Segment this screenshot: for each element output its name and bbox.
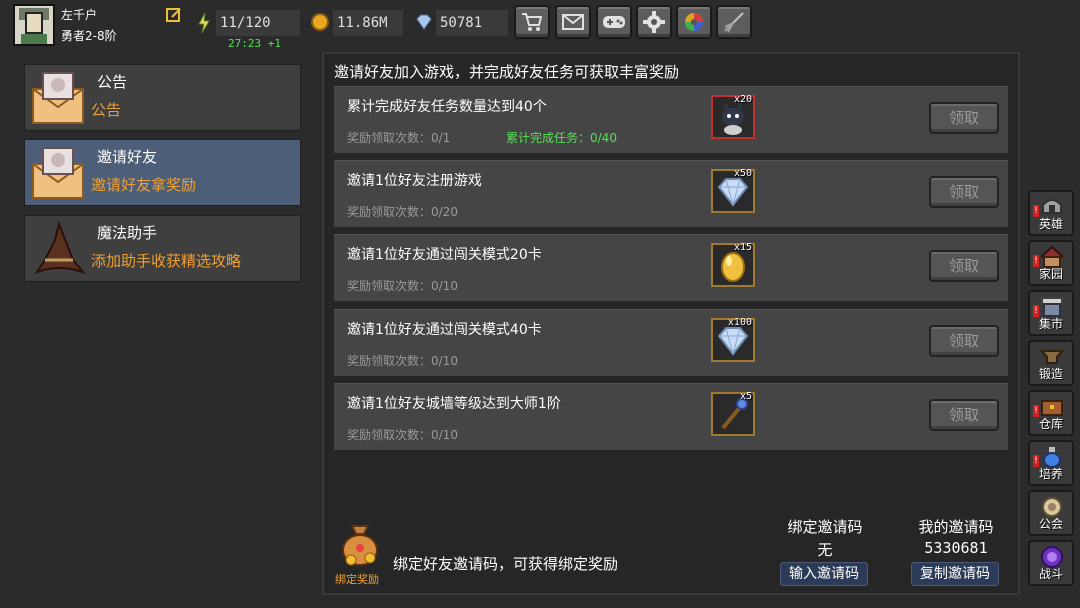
energy-bolt-icon (198, 13, 210, 33)
reward-item[interactable]: x50 (711, 168, 755, 213)
settings-gear-icon (643, 11, 665, 33)
sidebar-warehouse-button[interactable]: ! 仓库 (1028, 390, 1074, 436)
task-row: 邀请1位好友通过闯关模式20卡 奖励领取次数：0/10 x15 领取 (334, 234, 1008, 301)
sidebar-train-button[interactable]: ! 培养 (1028, 440, 1074, 486)
player-rank: 勇者2-8阶 (61, 29, 117, 43)
player-name: 左千户 (61, 8, 98, 22)
reward-item[interactable]: x20 (711, 94, 755, 139)
energy-counter: 11/120 (216, 10, 300, 36)
wizard-hat-icon (34, 220, 87, 275)
menu-item-magic-assistant[interactable]: 魔法助手 添加助手收获精选攻略 (24, 215, 301, 282)
menu-item-title: 公告 (97, 73, 128, 91)
reward-item[interactable]: x15 (711, 242, 755, 287)
player-avatar[interactable] (13, 4, 55, 46)
sidebar-label: 家园 (1038, 267, 1063, 281)
sidebar-hero-button[interactable]: ! 英雄 (1028, 190, 1074, 236)
invite-panel: 邀请好友加入游戏，并完成好友任务可获取丰富奖励 累计完成好友任务数量达到40个 … (322, 52, 1020, 595)
claim-button[interactable]: 领取 (929, 102, 999, 134)
color-wheel-icon (685, 13, 703, 31)
claim-button[interactable]: 领取 (929, 250, 999, 282)
sidebar-label: 锻造 (1038, 367, 1063, 381)
broom-icon (724, 12, 744, 33)
sidebar-label: 集市 (1038, 317, 1063, 331)
task-claim-count: 奖励领取次数：0/1 (347, 131, 451, 145)
menu-item-subtitle: 公告 (91, 101, 122, 119)
bind-reward-label: 绑定奖励 (335, 573, 379, 586)
reward-bag-icon[interactable] (336, 518, 384, 568)
sidebar-label: 战斗 (1038, 567, 1063, 581)
task-claim-count: 奖励领取次数：0/10 (347, 354, 458, 368)
gamepad-button[interactable] (596, 5, 632, 39)
task-claim-count: 奖励领取次数：0/20 (347, 205, 458, 219)
reward-item[interactable]: x5 (711, 391, 755, 436)
gold-counter: 11.86M (333, 10, 403, 36)
gold-coin-icon (311, 13, 329, 31)
sidebar-label: 仓库 (1038, 417, 1063, 431)
sidebar-home-button[interactable]: ! 家园 (1028, 240, 1074, 286)
sidebar-market-button[interactable]: ! 集市 (1028, 290, 1074, 336)
reward-quantity: x5 (739, 391, 752, 402)
menu-item-title: 邀请好友 (97, 148, 158, 166)
input-code-button[interactable]: 输入邀请码 (780, 562, 868, 586)
menu-item-invite-friends[interactable]: 邀请好友 邀请好友拿奖励 (24, 139, 301, 206)
sidebar-label: 英雄 (1038, 217, 1063, 231)
sidebar-forge-button[interactable]: 锻造 (1028, 340, 1074, 386)
edit-icon[interactable] (166, 7, 182, 23)
broom-button[interactable] (716, 5, 752, 39)
envelope-icon (32, 147, 84, 199)
menu-item-title: 魔法助手 (97, 224, 158, 242)
energy-timer: 27:23 +1 (228, 37, 281, 50)
task-row: 累计完成好友任务数量达到40个 奖励领取次数：0/1 累计完成任务：0/40 x… (334, 86, 1008, 153)
claim-button[interactable]: 领取 (929, 176, 999, 208)
mail-button[interactable] (555, 5, 591, 39)
claim-button[interactable]: 领取 (929, 325, 999, 357)
sidebar-guild-button[interactable]: 公会 (1028, 490, 1074, 536)
bind-reward-text: 绑定好友邀请码，可获得绑定奖励 (393, 555, 619, 573)
my-code-label: 我的邀请码 (918, 518, 994, 536)
reward-quantity: x100 (727, 317, 752, 328)
sidebar-label: 培养 (1038, 467, 1063, 481)
sidebar-battle-button[interactable]: 战斗 (1028, 540, 1074, 586)
bound-code-value: 无 (817, 541, 833, 559)
copy-code-button[interactable]: 复制邀请码 (911, 562, 999, 586)
bound-code-label: 绑定邀请码 (787, 518, 863, 536)
top-bar: 左千户 勇者2-8阶 11/120 27:23 +1 11.86M 50781 (0, 0, 1080, 50)
menu-item-announcement[interactable]: 公告 公告 (24, 64, 301, 131)
gem-icon (416, 14, 432, 30)
shop-cart-button[interactable] (514, 5, 550, 39)
task-row: 邀请1位好友注册游戏 奖励领取次数：0/20 x50 领取 (334, 160, 1008, 227)
task-row: 邀请1位好友城墙等级达到大师1阶 奖励领取次数：0/10 x5 领取 (334, 383, 1008, 450)
my-code-value: 5330681 (924, 539, 988, 557)
panel-header: 邀请好友加入游戏，并完成好友任务可获取丰富奖励 (334, 63, 680, 81)
task-row: 邀请1位好友通过闯关模式40卡 奖励领取次数：0/10 x100 领取 (334, 309, 1008, 376)
task-progress: 累计完成任务：0/40 (506, 131, 617, 145)
shop-cart-icon (522, 13, 543, 31)
sidebar-label: 公会 (1038, 517, 1063, 531)
color-wheel-button[interactable] (676, 5, 712, 39)
task-title: 邀请1位好友城墙等级达到大师1阶 (347, 396, 561, 412)
reward-item[interactable]: x100 (711, 317, 755, 362)
settings-button[interactable] (636, 5, 672, 39)
envelope-icon (32, 72, 84, 124)
task-title: 邀请1位好友通过闯关模式20卡 (347, 247, 542, 263)
task-title: 邀请1位好友注册游戏 (347, 173, 482, 189)
reward-quantity: x20 (733, 94, 752, 105)
menu-item-subtitle: 邀请好友拿奖励 (91, 176, 197, 194)
gamepad-icon (603, 16, 625, 28)
reward-quantity: x50 (733, 168, 752, 179)
task-claim-count: 奖励领取次数：0/10 (347, 279, 458, 293)
task-title: 累计完成好友任务数量达到40个 (347, 99, 547, 115)
mail-icon (562, 14, 584, 30)
task-title: 邀请1位好友通过闯关模式40卡 (347, 322, 542, 338)
gem-counter: 50781 (436, 10, 508, 36)
claim-button[interactable]: 领取 (929, 399, 999, 431)
task-claim-count: 奖励领取次数：0/10 (347, 428, 458, 442)
menu-item-subtitle: 添加助手收获精选攻略 (91, 252, 242, 270)
reward-quantity: x15 (733, 242, 752, 253)
